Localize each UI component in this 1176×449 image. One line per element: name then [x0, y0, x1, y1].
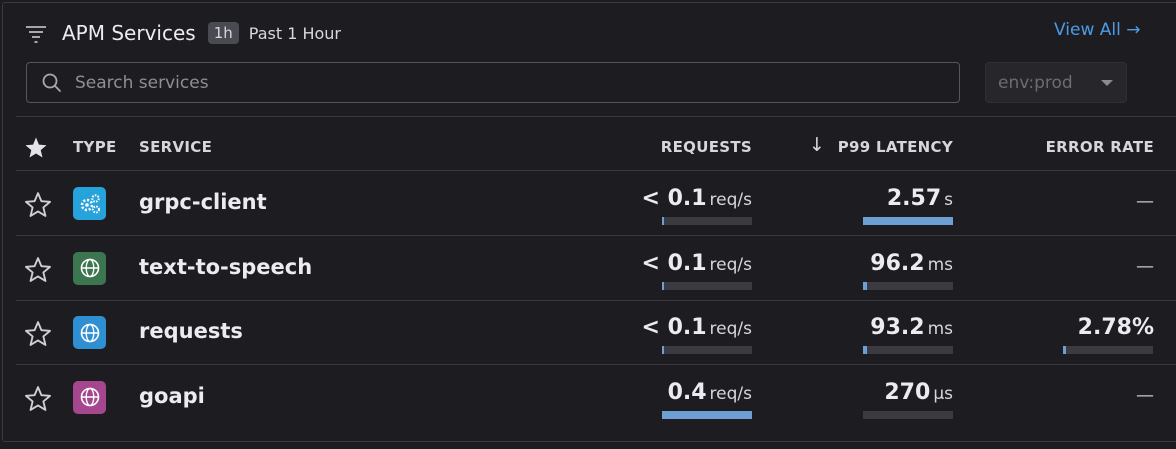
table-row[interactable]: requests < 0.1 req/s 93.2 ms 2.78%	[16, 300, 1176, 364]
view-all-link[interactable]: View All →	[1054, 20, 1140, 40]
requests-bar	[662, 410, 752, 419]
star-icon[interactable]	[24, 191, 52, 219]
globe-icon	[79, 257, 101, 279]
table-row[interactable]: text-to-speech < 0.1 req/s 96.2 ms —	[16, 236, 1176, 300]
p99-latency-value: 93.2 ms	[870, 315, 953, 340]
p99-latency-bar	[863, 346, 953, 354]
service-name-link[interactable]: grpc-client	[139, 190, 267, 214]
p99-latency-bar-fill	[863, 346, 867, 354]
globe-icon	[79, 386, 101, 408]
service-name-link[interactable]: text-to-speech	[139, 255, 312, 279]
gears-icon	[78, 192, 102, 216]
column-header-p99-latency[interactable]: P99 LATENCY	[838, 138, 953, 156]
requests-value: 0.4 req/s	[667, 379, 752, 405]
error-rate-empty: —	[1136, 384, 1154, 406]
p99-latency-value: 96.2 ms	[870, 250, 953, 276]
error-rate-bar-fill	[1063, 346, 1066, 354]
widget-header: APM Services 1h Past 1 Hour	[24, 18, 341, 48]
requests-bar	[662, 217, 752, 225]
search-icon	[42, 73, 61, 92]
error-rate-empty: —	[1136, 255, 1154, 277]
p99-latency-bar	[863, 217, 953, 225]
service-type-icon	[73, 187, 106, 220]
sort-down-arrow-icon[interactable]: ↓	[809, 134, 825, 156]
requests-value: < 0.1 req/s	[641, 186, 752, 211]
error-rate-value: 2.78%	[1077, 315, 1154, 340]
column-header-requests[interactable]: REQUESTS	[661, 138, 752, 156]
filter-lines-icon	[26, 26, 46, 43]
search-input[interactable]	[73, 71, 937, 94]
p99-latency-bar-fill	[863, 281, 867, 290]
env-select-value: env:prod	[998, 72, 1073, 93]
requests-bar-fill	[662, 281, 664, 290]
error-rate-bar	[1063, 346, 1153, 354]
p99-latency-bar	[863, 281, 953, 290]
star-icon[interactable]	[24, 385, 52, 413]
caret-down-icon	[1101, 79, 1113, 86]
column-header-error-rate[interactable]: ERROR RATE	[1046, 138, 1154, 156]
column-header-type: TYPE	[73, 138, 117, 156]
service-name-link[interactable]: requests	[139, 319, 243, 343]
time-range-badge[interactable]: 1h	[207, 22, 239, 44]
p99-latency-bar-fill	[863, 217, 953, 225]
search-box[interactable]	[26, 62, 960, 103]
widget-title: APM Services	[62, 21, 196, 45]
favorites-star-icon[interactable]	[24, 136, 48, 160]
requests-bar	[662, 346, 752, 354]
requests-value: < 0.1 req/s	[641, 250, 752, 276]
requests-bar	[662, 281, 752, 290]
requests-bar-fill	[662, 410, 752, 419]
globe-icon	[79, 322, 101, 344]
requests-bar-fill	[662, 346, 664, 354]
service-type-icon	[73, 316, 106, 349]
service-name-link[interactable]: goapi	[139, 384, 205, 408]
star-icon[interactable]	[24, 320, 52, 348]
column-header-service[interactable]: SERVICE	[139, 138, 212, 156]
table-row[interactable]: grpc-client < 0.1 req/s 2.57 s —	[16, 171, 1176, 235]
divider	[16, 116, 1176, 117]
p99-latency-value: 270 µs	[884, 379, 953, 405]
p99-latency-value: 2.57 s	[886, 186, 953, 211]
p99-latency-bar	[863, 410, 953, 419]
error-rate-empty: —	[1136, 191, 1154, 212]
env-select[interactable]: env:prod	[985, 62, 1127, 103]
table-row[interactable]: goapi 0.4 req/s 270 µs —	[16, 365, 1176, 429]
service-type-icon	[73, 380, 106, 414]
star-icon[interactable]	[24, 256, 52, 284]
requests-bar-fill	[662, 217, 664, 225]
service-type-icon	[73, 251, 106, 285]
requests-value: < 0.1 req/s	[641, 315, 752, 340]
time-range-label: Past 1 Hour	[248, 23, 341, 43]
